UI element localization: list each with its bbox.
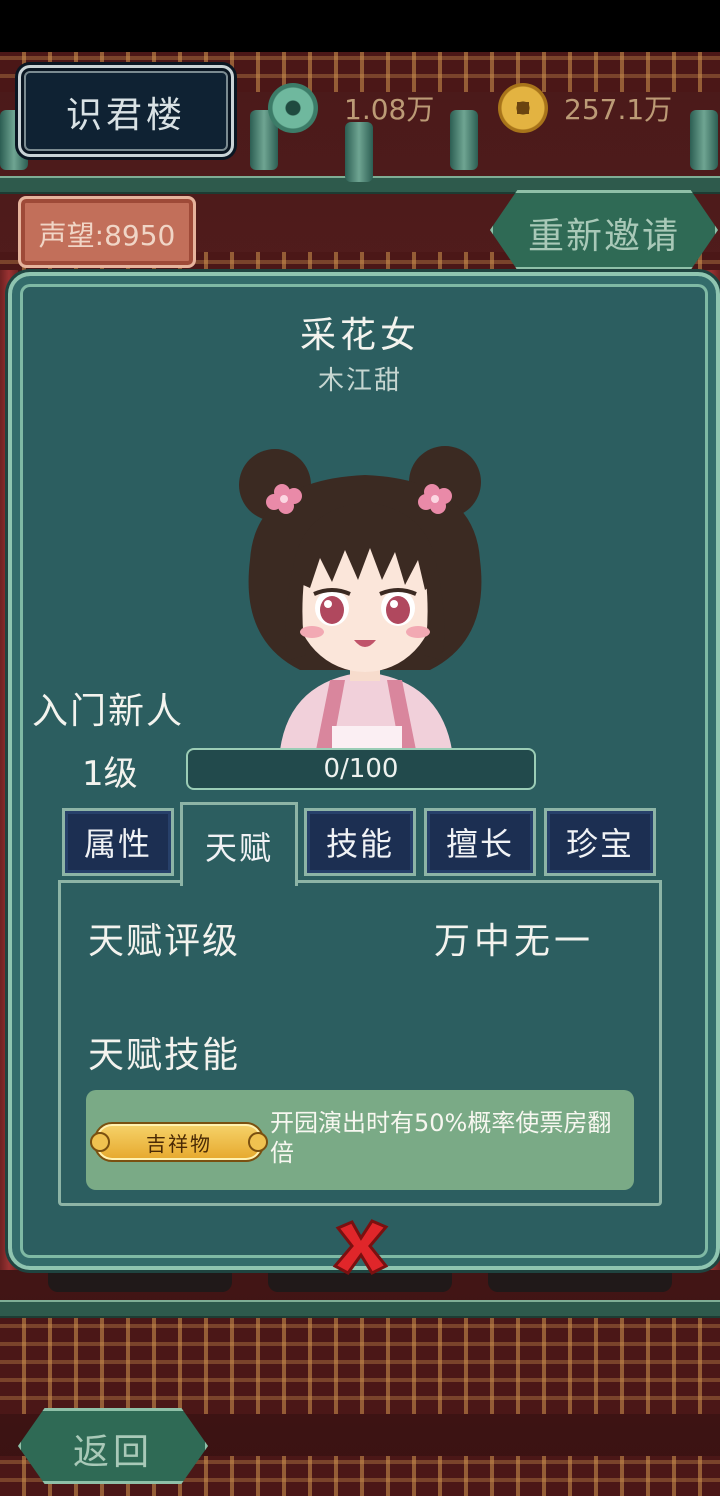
skill-description: 开园演出时有50%概率使票房翻倍 [270,1109,612,1167]
jade-coin-icon [268,83,318,133]
reinvite-label: 重新邀请 [527,216,680,257]
status-bar [0,0,720,52]
tab-label: 属性 [83,825,152,863]
jade-currency-value: 1.08万 [344,93,435,126]
experience-text: 0/100 [323,754,399,784]
talent-skill-label: 天赋技能 [88,1035,241,1076]
talent-rating-label: 天赋评级 [88,921,241,962]
location-title-plate: 识君楼 [18,65,234,157]
lower-beam [0,1300,720,1318]
skill-badge: 吉祥物 [90,1122,268,1162]
tab-talent[interactable]: 天赋 [180,802,298,886]
tab-label: 天赋 [204,828,273,867]
back-label: 返回 [72,1432,153,1473]
character-portrait [239,446,482,750]
back-button[interactable]: 返回 [18,1408,208,1484]
experience-bar: 0/100 [186,748,536,790]
gold-currency-value: 257.1万 [564,93,673,126]
tab-attributes[interactable]: 属性 [62,808,174,876]
gold-currency: 257.1万 [498,82,672,134]
talent-skill-card: 吉祥物 开园演出时有50%概率使票房翻倍 [86,1090,634,1190]
reputation-text: 声望:8950 [38,219,176,252]
reinvite-button[interactable]: 重新邀请 [490,190,718,270]
reputation-plate: 声望:8950 [18,196,196,268]
talent-rating-value: 万中无一 [434,921,595,962]
railing-post [690,110,718,170]
rank-label: 入门新人 [32,691,185,732]
character-name: 木江甜 [317,366,402,396]
tab-specialty[interactable]: 擅长 [424,808,536,876]
tab-label: 技能 [325,825,394,863]
tab-label: 擅长 [445,825,514,863]
location-title: 识君楼 [65,95,186,136]
tab-skills[interactable]: 技能 [304,808,416,876]
character-title: 采花女 [299,315,420,356]
gold-coin-icon [498,83,548,133]
close-icon[interactable] [330,1218,392,1276]
tab-label: 珍宝 [565,825,634,863]
tab-treasures[interactable]: 珍宝 [544,808,656,876]
lower-lattice [0,1318,720,1414]
level-label: 1级 [82,754,138,794]
railing-post [450,110,478,170]
jade-currency: 1.08万 [268,82,434,134]
